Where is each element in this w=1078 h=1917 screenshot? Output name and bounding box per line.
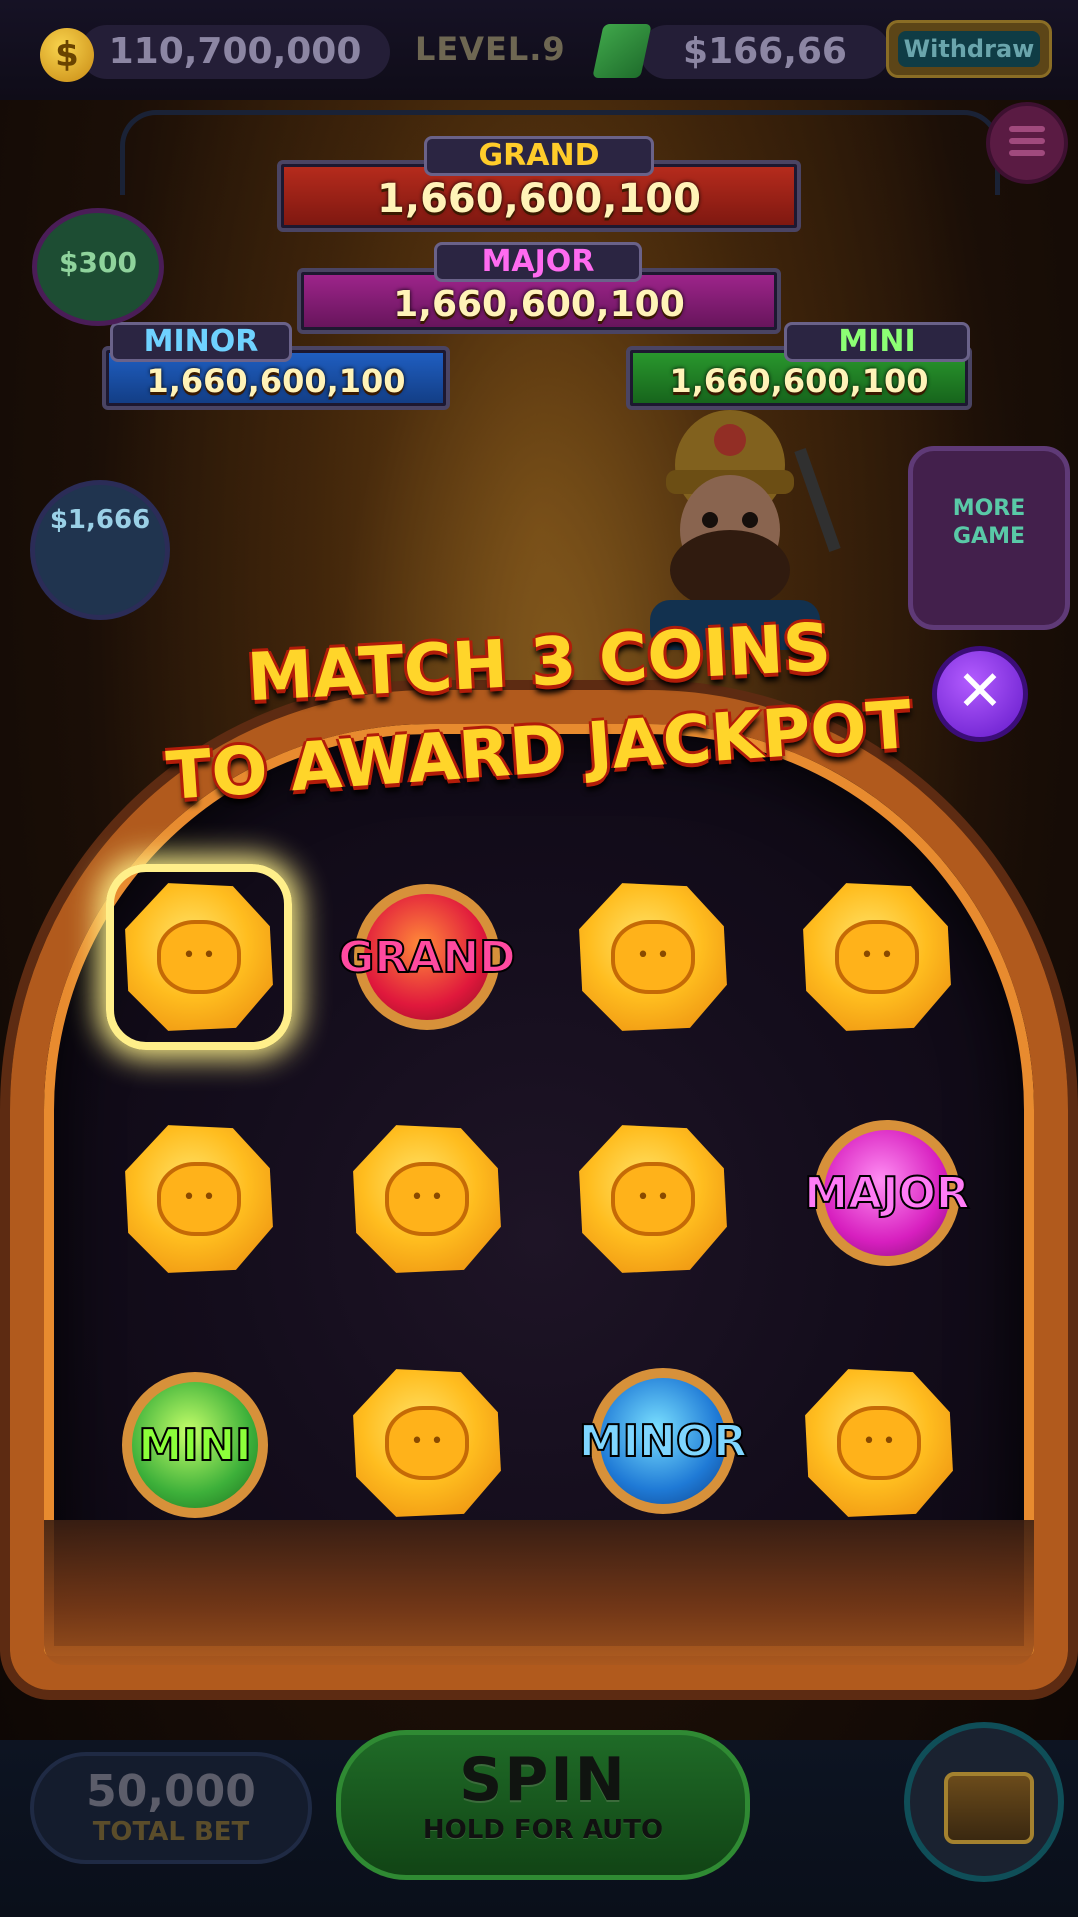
coin-icon: $ <box>40 28 94 82</box>
coin-cell[interactable]: GRAND <box>337 870 517 1044</box>
coin-cell[interactable]: • • <box>566 1112 740 1286</box>
withdraw-button[interactable]: Withdraw <box>886 20 1052 78</box>
mini-jackpot-label: MINI <box>784 322 970 362</box>
hamster-coin-icon: • • <box>611 920 695 994</box>
popup-floor <box>44 1520 1034 1665</box>
hamster-coin-icon: • • <box>157 1162 241 1236</box>
spin-button[interactable]: SPIN HOLD FOR AUTO <box>336 1730 750 1880</box>
grand-gem-label: GRAND <box>337 931 516 984</box>
major-gem-label: MAJOR <box>803 1167 971 1220</box>
total-bet-value: 50,000 <box>86 1766 256 1817</box>
spin-sub-label: HOLD FOR AUTO <box>422 1815 664 1845</box>
hamster-coin-icon: • • <box>835 920 919 994</box>
grand-jackpot-label: GRAND <box>424 136 654 176</box>
spin-label: SPIN <box>459 1745 627 1815</box>
minor-gem-label: MINOR <box>578 1415 748 1468</box>
major-jackpot-label: MAJOR <box>434 242 642 282</box>
video-bonus-amount: $1,666 <box>49 505 151 535</box>
total-bet-label: TOTAL BET <box>92 1817 250 1847</box>
hamster-coin-icon: • • <box>157 920 241 994</box>
coin-cell[interactable]: • • <box>112 1112 286 1286</box>
treasure-chest-button[interactable] <box>904 1722 1064 1882</box>
coin-cell[interactable]: • • <box>792 1356 966 1530</box>
grand-jackpot-value: 1,660,600,100 <box>377 176 701 222</box>
cash-bonus-badge[interactable]: $300 <box>32 208 164 326</box>
menu-icon-bar <box>1009 150 1045 156</box>
coin-cell[interactable]: MAJOR <box>800 1106 974 1280</box>
coin-cell[interactable]: MINOR <box>576 1354 750 1528</box>
hamster-coin-icon: • • <box>611 1162 695 1236</box>
coin-cell[interactable]: • • <box>566 870 740 1044</box>
hamster-coin-icon: • • <box>837 1406 921 1480</box>
total-bet-button[interactable]: 50,000 TOTAL BET <box>30 1752 312 1864</box>
major-jackpot-value: 1,660,600,100 <box>393 284 685 325</box>
hamster-coin-icon: • • <box>385 1406 469 1480</box>
minor-jackpot-label: MINOR <box>110 322 292 362</box>
coin-balance: 110,700,000 <box>80 25 390 79</box>
close-button[interactable]: ✕ <box>932 646 1028 742</box>
mini-gem-label: MINI <box>137 1419 252 1472</box>
video-bonus-badge[interactable]: $1,666 <box>30 480 170 620</box>
more-game-label: MORE GAME <box>952 496 1026 549</box>
cash-balance: $166,66 <box>640 25 890 79</box>
menu-button[interactable] <box>986 102 1068 184</box>
hamster-coin-icon: • • <box>385 1162 469 1236</box>
menu-icon-bar <box>1009 126 1045 132</box>
coin-cell[interactable]: • • <box>340 1112 514 1286</box>
coin-cell[interactable]: MINI <box>108 1358 282 1532</box>
coin-cell[interactable]: • • <box>340 1356 514 1530</box>
withdraw-label: Withdraw <box>898 31 1040 67</box>
minor-jackpot-value: 1,660,600,100 <box>146 362 406 400</box>
menu-icon-bar <box>1009 138 1045 144</box>
coin-cell[interactable]: • • <box>790 870 964 1044</box>
treasure-chest-icon <box>944 1772 1034 1844</box>
level-label: LEVEL.9 <box>415 30 566 68</box>
mini-jackpot-value: 1,660,600,100 <box>669 362 929 400</box>
coin-cell[interactable]: • • <box>106 864 292 1050</box>
